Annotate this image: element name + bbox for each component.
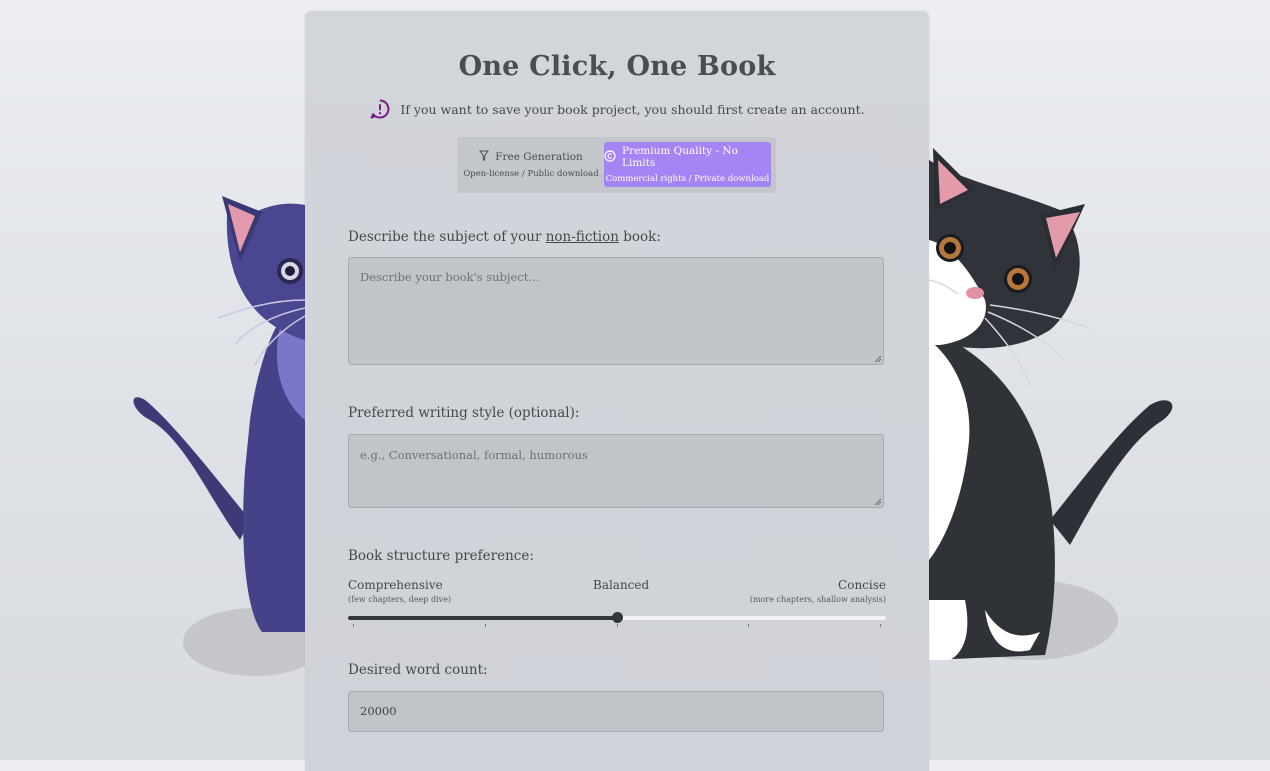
subject-textarea[interactable]: Describe your book's subject... [348, 257, 884, 365]
resize-grip-icon[interactable] [874, 498, 882, 506]
slider-tick [485, 624, 486, 627]
premium-quality-option[interactable]: Premium Quality - No Limits Commercial r… [604, 142, 771, 187]
premium-option-label: Premium Quality - No Limits [622, 145, 738, 169]
notice-text: If you want to save your book project, y… [400, 101, 865, 117]
slider-tick [353, 624, 354, 627]
slider-tick [880, 624, 881, 627]
page-title: One Click, One Book [458, 51, 776, 82]
free-generation-option[interactable]: Free Generation Open-license / Public do… [461, 142, 601, 187]
free-option-label: Free Generation [495, 151, 583, 163]
premium-option-sublabel: Commercial rights / Private download [605, 174, 770, 184]
slider-fill [348, 616, 617, 620]
alert-bubble-icon [369, 98, 391, 120]
free-option-sublabel: Open-license / Public download [463, 169, 599, 179]
word-count-label: Desired word count: [348, 662, 488, 678]
style-label: Preferred writing style (optional): [348, 405, 580, 421]
slider-thumb[interactable] [612, 612, 623, 623]
non-fiction-link[interactable]: non-fiction [546, 229, 619, 245]
concise-sublabel: (more chapters, shallow analysis) [749, 595, 886, 604]
word-count-input[interactable]: 20000 [348, 691, 884, 732]
funnel-icon [479, 150, 490, 164]
account-notice: If you want to save your book project, y… [305, 98, 929, 120]
resize-grip-icon[interactable] [874, 355, 882, 363]
subject-label-prefix: Describe the subject of your [348, 229, 546, 245]
subject-placeholder: Describe your book's subject... [360, 270, 540, 284]
concise-label: Concise [838, 578, 886, 592]
structure-slider: Comprehensive (few chapters, deep dive) … [348, 574, 886, 634]
comprehensive-sublabel: (few chapters, deep dive) [348, 595, 452, 604]
style-placeholder: e.g., Conversational, formal, humorous [360, 448, 588, 462]
slider-tick [617, 624, 618, 627]
structure-label: Book structure preference: [348, 548, 534, 564]
slider-track[interactable] [348, 612, 886, 623]
slider-tick [748, 624, 749, 627]
style-textarea[interactable]: e.g., Conversational, formal, humorous [348, 434, 884, 508]
word-count-value: 20000 [360, 704, 397, 718]
subject-label-suffix: book: [618, 229, 661, 245]
balanced-label: Balanced [593, 578, 650, 592]
copyright-icon [604, 149, 616, 165]
mode-selector: Free Generation Open-license / Public do… [457, 137, 776, 193]
subject-label: Describe the subject of your non-fiction… [348, 229, 661, 245]
form-panel: One Click, One Book If you want to save … [305, 11, 929, 771]
comprehensive-label: Comprehensive [348, 578, 443, 592]
